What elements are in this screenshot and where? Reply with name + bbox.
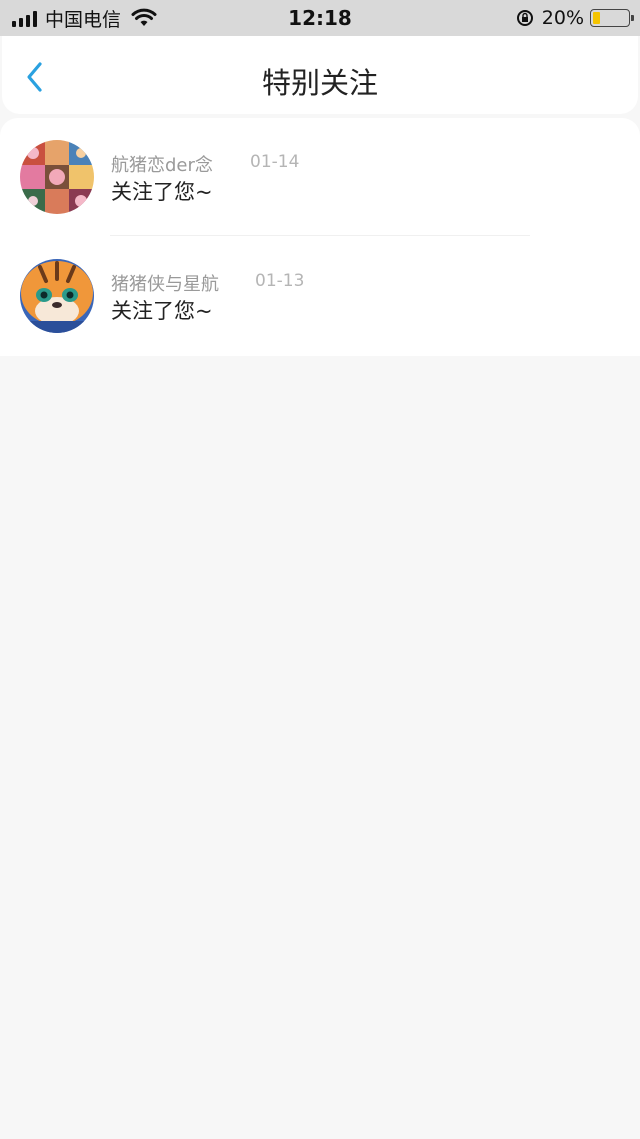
follow-date: 01-13	[255, 271, 305, 291]
nav-bar: 特别关注	[2, 36, 638, 114]
follow-message: 关注了您~	[111, 299, 213, 323]
battery-percent: 20%	[541, 7, 584, 29]
follow-message: 关注了您~	[111, 180, 213, 204]
page-title: 特别关注	[261, 66, 378, 100]
rotation-lock-icon	[516, 10, 533, 26]
user-name[interactable]: 航猪恋der念	[111, 151, 213, 177]
status-bar: 中国电信 12:18 20%	[0, 0, 640, 36]
battery-icon	[590, 9, 634, 27]
divider	[110, 235, 530, 236]
status-right: 20%	[516, 6, 634, 30]
avatar[interactable]	[20, 259, 94, 333]
list-item[interactable]: 猪猪侠与星航 01-13 关注了您~	[0, 237, 640, 356]
list-item[interactable]: 航猪恋der念 01-14 关注了您~	[0, 118, 640, 237]
follow-list: 航猪恋der念 01-14 关注了您~ 猪猪侠与星航 01-13 关注了您~	[0, 118, 640, 356]
avatar[interactable]	[20, 140, 94, 214]
battery-level-fill	[593, 12, 600, 24]
user-name[interactable]: 猪猪侠与星航	[111, 270, 219, 296]
avatar-image	[20, 140, 94, 214]
follow-date: 01-14	[250, 152, 300, 172]
avatar-image	[20, 259, 94, 333]
